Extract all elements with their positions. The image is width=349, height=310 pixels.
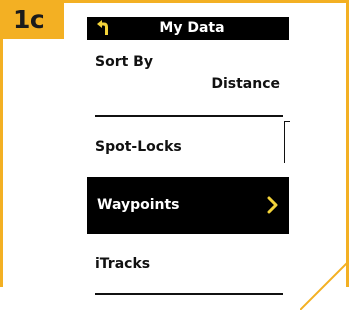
menu-item-waypoints[interactable]: Waypoints bbox=[87, 177, 289, 234]
device-screen: My Data Sort By Distance Spot-Locks Wayp… bbox=[87, 17, 289, 295]
menu-item-sort-by[interactable]: Sort By Distance bbox=[87, 50, 289, 120]
scrollbar[interactable] bbox=[284, 121, 290, 163]
menu-item-label: Waypoints bbox=[97, 197, 180, 213]
menu-item-spot-locks[interactable]: Spot-Locks bbox=[87, 130, 289, 175]
menu-item-label: Sort By bbox=[95, 54, 153, 70]
menu-item-itracks[interactable]: iTracks bbox=[87, 242, 289, 297]
sort-by-value: Distance bbox=[211, 76, 280, 92]
menu-item-label: iTracks bbox=[95, 256, 151, 272]
callout-line bbox=[300, 259, 349, 310]
chevron-right-icon bbox=[267, 196, 278, 214]
page-title: My Data bbox=[159, 20, 225, 36]
menu-item-label: Spot-Locks bbox=[95, 139, 182, 155]
divider bbox=[95, 115, 283, 117]
title-bar: My Data bbox=[87, 17, 289, 40]
divider bbox=[95, 293, 283, 295]
step-badge: 1c bbox=[0, 0, 64, 39]
